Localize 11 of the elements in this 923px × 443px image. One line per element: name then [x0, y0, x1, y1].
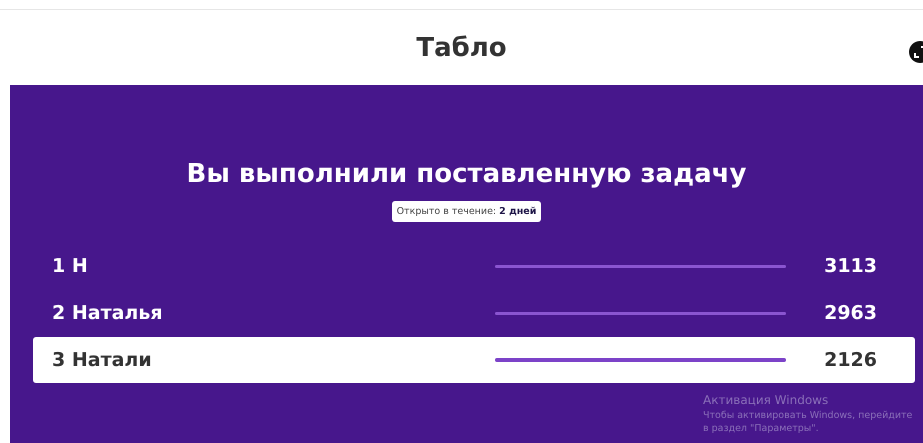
player-name: 1 Н — [51, 255, 89, 277]
open-duration-badge: Открыто в течение: 2 дней — [392, 201, 542, 222]
player-name: 3 Натали — [51, 349, 153, 371]
score-value: 3113 — [823, 255, 877, 277]
activation-text: Чтобы активировать Windows, перейдите в раздел "Параметры". — [703, 409, 914, 435]
result-heading: Вы выполнили поставленную задачу — [186, 159, 748, 189]
score-value: 2963 — [823, 302, 877, 324]
score-value: 2126 — [823, 349, 877, 371]
player-name: 2 Наталья — [51, 302, 164, 324]
page-title: Табло — [416, 32, 507, 62]
activation-title: Активация Windows — [703, 393, 830, 407]
